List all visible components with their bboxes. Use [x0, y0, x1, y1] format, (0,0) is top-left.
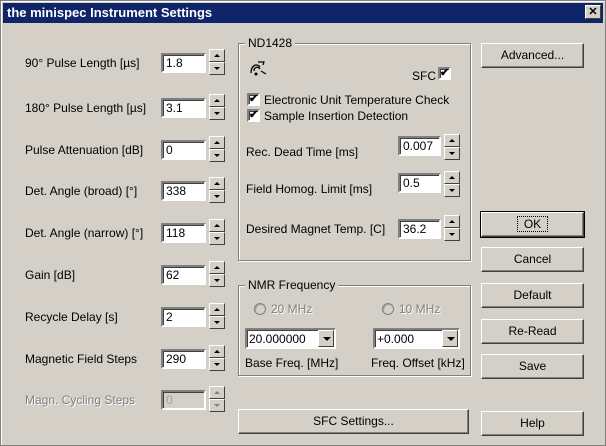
param-spinner[interactable]	[209, 345, 225, 371]
magnet-temp-input[interactable]: 36.2	[398, 219, 441, 239]
dead-time-spinner[interactable]	[444, 134, 460, 160]
magnet-icon	[250, 61, 267, 76]
spin-down-icon[interactable]	[209, 358, 225, 371]
close-icon[interactable]: ✕	[585, 5, 601, 19]
param-spinner[interactable]	[209, 136, 225, 162]
instrument-settings-dialog: the minispec Instrument Settings ✕ 90° P…	[0, 0, 606, 446]
spin-up-icon[interactable]	[209, 219, 225, 232]
param-label: Det. Angle (broad) [°]	[25, 184, 138, 198]
ok-button[interactable]: OK	[480, 211, 585, 238]
homog-limit-label: Field Homog. Limit [ms]	[246, 182, 373, 196]
ok-button-label: OK	[516, 216, 549, 232]
base-freq-select[interactable]: 20.000000	[245, 328, 336, 349]
radio-20mhz-label: 20 MHz	[271, 302, 313, 316]
spin-down-icon[interactable]	[209, 232, 225, 245]
param-label: 90° Pulse Length [µs]	[25, 56, 140, 70]
advanced-button[interactable]: Advanced...	[481, 43, 584, 68]
spin-up-icon[interactable]	[209, 345, 225, 358]
param-input[interactable]: 3.1	[161, 98, 206, 118]
sample-detect-checkbox[interactable]: ✔	[247, 109, 260, 122]
dead-time-label: Rec. Dead Time [ms]	[246, 145, 359, 159]
title-bar: the minispec Instrument Settings ✕	[3, 3, 603, 23]
spin-up-icon[interactable]	[209, 136, 225, 149]
param-spinner[interactable]	[209, 261, 225, 287]
homog-limit-input[interactable]: 0.5	[398, 173, 441, 193]
spin-down-icon[interactable]	[209, 149, 225, 162]
dead-time-input[interactable]: 0.007	[398, 136, 441, 156]
sample-detect-label: Sample Insertion Detection	[264, 109, 409, 123]
spin-up-icon[interactable]	[209, 177, 225, 190]
spin-up-icon[interactable]	[209, 94, 225, 107]
sfc-settings-button[interactable]: SFC Settings...	[238, 409, 469, 434]
param-input[interactable]: 62	[161, 265, 206, 285]
param-label: Pulse Attenuation [dB]	[25, 143, 144, 157]
param-spinner[interactable]	[209, 177, 225, 203]
param-input[interactable]: 1.8	[161, 53, 206, 73]
spin-down-icon[interactable]	[209, 190, 225, 203]
param-input[interactable]: 290	[161, 349, 206, 369]
window-title: the minispec Instrument Settings	[7, 5, 213, 20]
base-freq-label: Base Freq. [MHz]	[245, 356, 339, 370]
chevron-down-icon[interactable]	[442, 330, 458, 347]
spin-up-icon[interactable]	[209, 303, 225, 316]
temp-check-label: Electronic Unit Temperature Check	[264, 93, 450, 107]
param-spinner[interactable]	[209, 94, 225, 120]
param-input[interactable]: 0	[161, 140, 206, 160]
temp-check-checkbox[interactable]: ✔	[247, 93, 260, 106]
help-button[interactable]: Help	[481, 411, 584, 436]
param-spinner[interactable]	[209, 303, 225, 329]
spin-down-icon[interactable]	[209, 62, 225, 75]
param-label: Magnetic Field Steps	[25, 352, 138, 366]
save-button[interactable]: Save	[481, 354, 584, 379]
spin-down-icon[interactable]	[209, 399, 225, 412]
param-input[interactable]: 2	[161, 307, 206, 327]
sfc-checkbox[interactable]: ✔	[438, 67, 451, 80]
chevron-down-icon[interactable]	[318, 330, 334, 347]
spin-down-icon[interactable]	[209, 274, 225, 287]
radio-10mhz[interactable]	[382, 303, 394, 315]
homog-limit-spinner[interactable]	[444, 171, 460, 197]
param-label: Recycle Delay [s]	[25, 310, 118, 324]
freq-offset-label: Freq. Offset [kHz]	[371, 356, 465, 370]
param-label: Gain [dB]	[25, 268, 76, 282]
spin-up-icon[interactable]	[209, 261, 225, 274]
freq-offset-select[interactable]: +0.000	[373, 328, 460, 349]
sfc-label: SFC	[412, 69, 436, 83]
nd-group-title: ND1428	[245, 36, 296, 50]
param-spinner[interactable]	[209, 386, 225, 412]
param-input[interactable]: 0	[161, 390, 206, 410]
spin-up-icon[interactable]	[209, 49, 225, 62]
param-input[interactable]: 118	[161, 223, 206, 243]
freq-offset-value: +0.000	[377, 332, 415, 346]
spin-down-icon[interactable]	[209, 107, 225, 120]
spin-down-icon[interactable]	[209, 316, 225, 329]
radio-20mhz[interactable]	[254, 303, 266, 315]
default-button[interactable]: Default	[481, 283, 584, 308]
cancel-button[interactable]: Cancel	[481, 247, 584, 272]
magnet-temp-label: Desired Magnet Temp. [C]	[246, 222, 386, 236]
param-label: Det. Angle (narrow) [°]	[25, 226, 144, 240]
param-label: 180° Pulse Length [µs]	[25, 101, 147, 115]
nmr-group-title: NMR Frequency	[245, 278, 339, 292]
spin-up-icon[interactable]	[209, 386, 225, 399]
base-freq-value: 20.000000	[249, 332, 306, 346]
param-input[interactable]: 338	[161, 181, 206, 201]
param-spinner[interactable]	[209, 219, 225, 245]
param-label: Magn. Cycling Steps	[25, 393, 136, 407]
radio-10mhz-label: 10 MHz	[399, 302, 441, 316]
param-spinner[interactable]	[209, 49, 225, 75]
reread-button[interactable]: Re-Read	[481, 319, 584, 344]
magnet-temp-spinner[interactable]	[444, 215, 460, 241]
